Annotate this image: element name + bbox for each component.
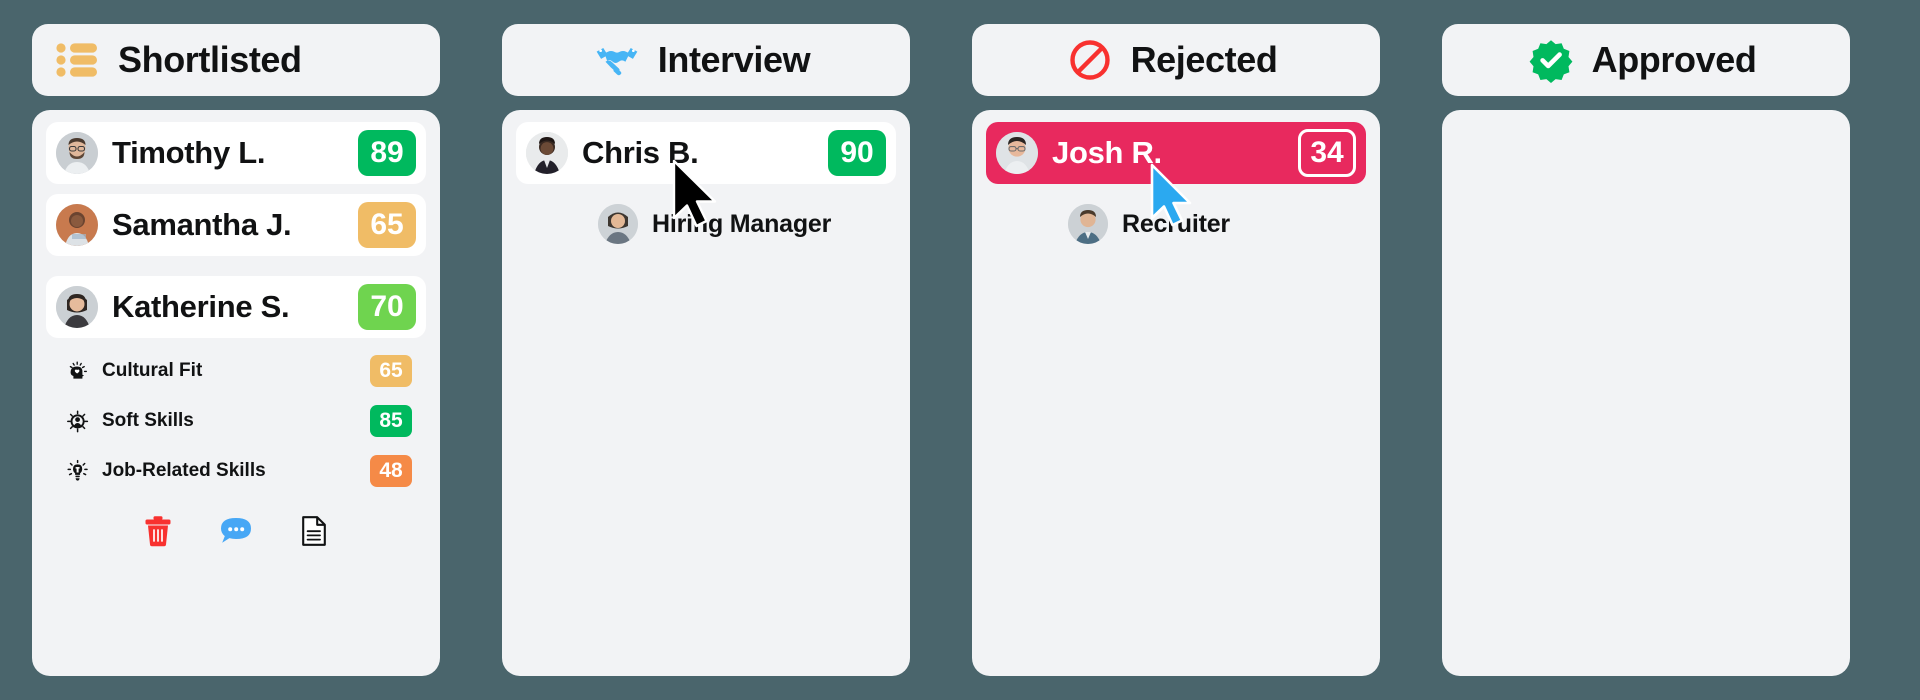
assignee-label: Recruiter	[1122, 209, 1230, 238]
skill-row-job-related-skills[interactable]: Job-Related Skills 48	[52, 450, 420, 492]
chat-bubble-icon	[219, 516, 253, 551]
candidate-card[interactable]: Chris B. 90	[516, 122, 896, 184]
trash-icon	[143, 515, 173, 552]
column-header-approved[interactable]: Approved	[1442, 24, 1850, 96]
skill-label: Cultural Fit	[102, 360, 203, 381]
column-header-shortlisted[interactable]: Shortlisted	[32, 24, 440, 96]
assignee-row[interactable]: Hiring Manager	[516, 204, 896, 244]
delete-button[interactable]	[141, 515, 175, 552]
document-button[interactable]	[297, 515, 331, 552]
column-header-rejected[interactable]: Rejected	[972, 24, 1380, 96]
column-title: Approved	[1591, 39, 1757, 80]
skill-score-badge: 85	[370, 405, 412, 437]
document-icon	[301, 515, 327, 552]
score-badge: 90	[828, 130, 886, 176]
kanban-board: Shortlisted Timothy L. 89 Samantha J. 65…	[0, 0, 1920, 700]
avatar	[598, 204, 638, 244]
score-badge: 65	[358, 202, 416, 248]
candidate-card[interactable]: Timothy L. 89	[46, 122, 426, 184]
candidate-actions	[46, 502, 426, 556]
skill-row-cultural-fit[interactable]: Cultural Fit 65	[52, 350, 420, 392]
head-heart-icon	[66, 359, 90, 383]
score-badge: 70	[358, 284, 416, 330]
skill-label: Job-Related Skills	[102, 460, 266, 481]
column-interview: Interview Chris B. 90 Hiring Manager	[502, 24, 910, 700]
comment-button[interactable]	[219, 516, 253, 550]
skill-score-badge: 65	[370, 355, 412, 387]
avatar	[1068, 204, 1108, 244]
column-header-interview[interactable]: Interview	[502, 24, 910, 96]
handshake-icon	[594, 37, 640, 83]
column-title: Rejected	[1130, 39, 1278, 80]
column-rejected: Rejected Josh R. 34 Recruiter	[972, 24, 1380, 700]
assignee-label: Hiring Manager	[652, 209, 832, 238]
avatar	[56, 204, 98, 246]
column-title: Shortlisted	[118, 39, 302, 80]
column-body-shortlisted: Timothy L. 89 Samantha J. 65 Katherine S…	[32, 110, 440, 676]
avatar	[56, 132, 98, 174]
verified-check-icon	[1528, 37, 1574, 83]
candidate-card[interactable]: Samantha J. 65	[46, 194, 426, 256]
no-entry-icon	[1067, 37, 1113, 83]
candidate-name: Chris B.	[582, 135, 699, 170]
avatar	[56, 286, 98, 328]
skill-breakdown-list: Cultural Fit 65 Soft Skills 85 Job-Relat…	[46, 350, 426, 492]
skill-row-soft-skills[interactable]: Soft Skills 85	[52, 400, 420, 442]
score-badge: 34	[1298, 129, 1356, 177]
candidate-name: Samantha J.	[112, 207, 292, 242]
candidate-name: Katherine S.	[112, 289, 290, 324]
column-approved: Approved	[1442, 24, 1850, 700]
person-radiate-icon	[66, 409, 90, 433]
assignee-row[interactable]: Recruiter	[986, 204, 1366, 244]
candidate-card[interactable]: Josh R. 34	[986, 122, 1366, 184]
column-body-rejected: Josh R. 34 Recruiter	[972, 110, 1380, 676]
score-badge: 89	[358, 130, 416, 176]
lightbulb-icon	[66, 459, 90, 483]
column-body-interview: Chris B. 90 Hiring Manager	[502, 110, 910, 676]
list-icon	[54, 37, 100, 83]
column-body-approved	[1442, 110, 1850, 676]
candidate-name: Timothy L.	[112, 135, 266, 170]
skill-label: Soft Skills	[102, 410, 194, 431]
candidate-card[interactable]: Katherine S. 70	[46, 276, 426, 338]
column-title: Interview	[657, 39, 811, 80]
skill-score-badge: 48	[370, 455, 412, 487]
column-shortlisted: Shortlisted Timothy L. 89 Samantha J. 65…	[32, 24, 440, 700]
avatar	[526, 132, 568, 174]
avatar	[996, 132, 1038, 174]
candidate-name: Josh R.	[1052, 135, 1162, 170]
